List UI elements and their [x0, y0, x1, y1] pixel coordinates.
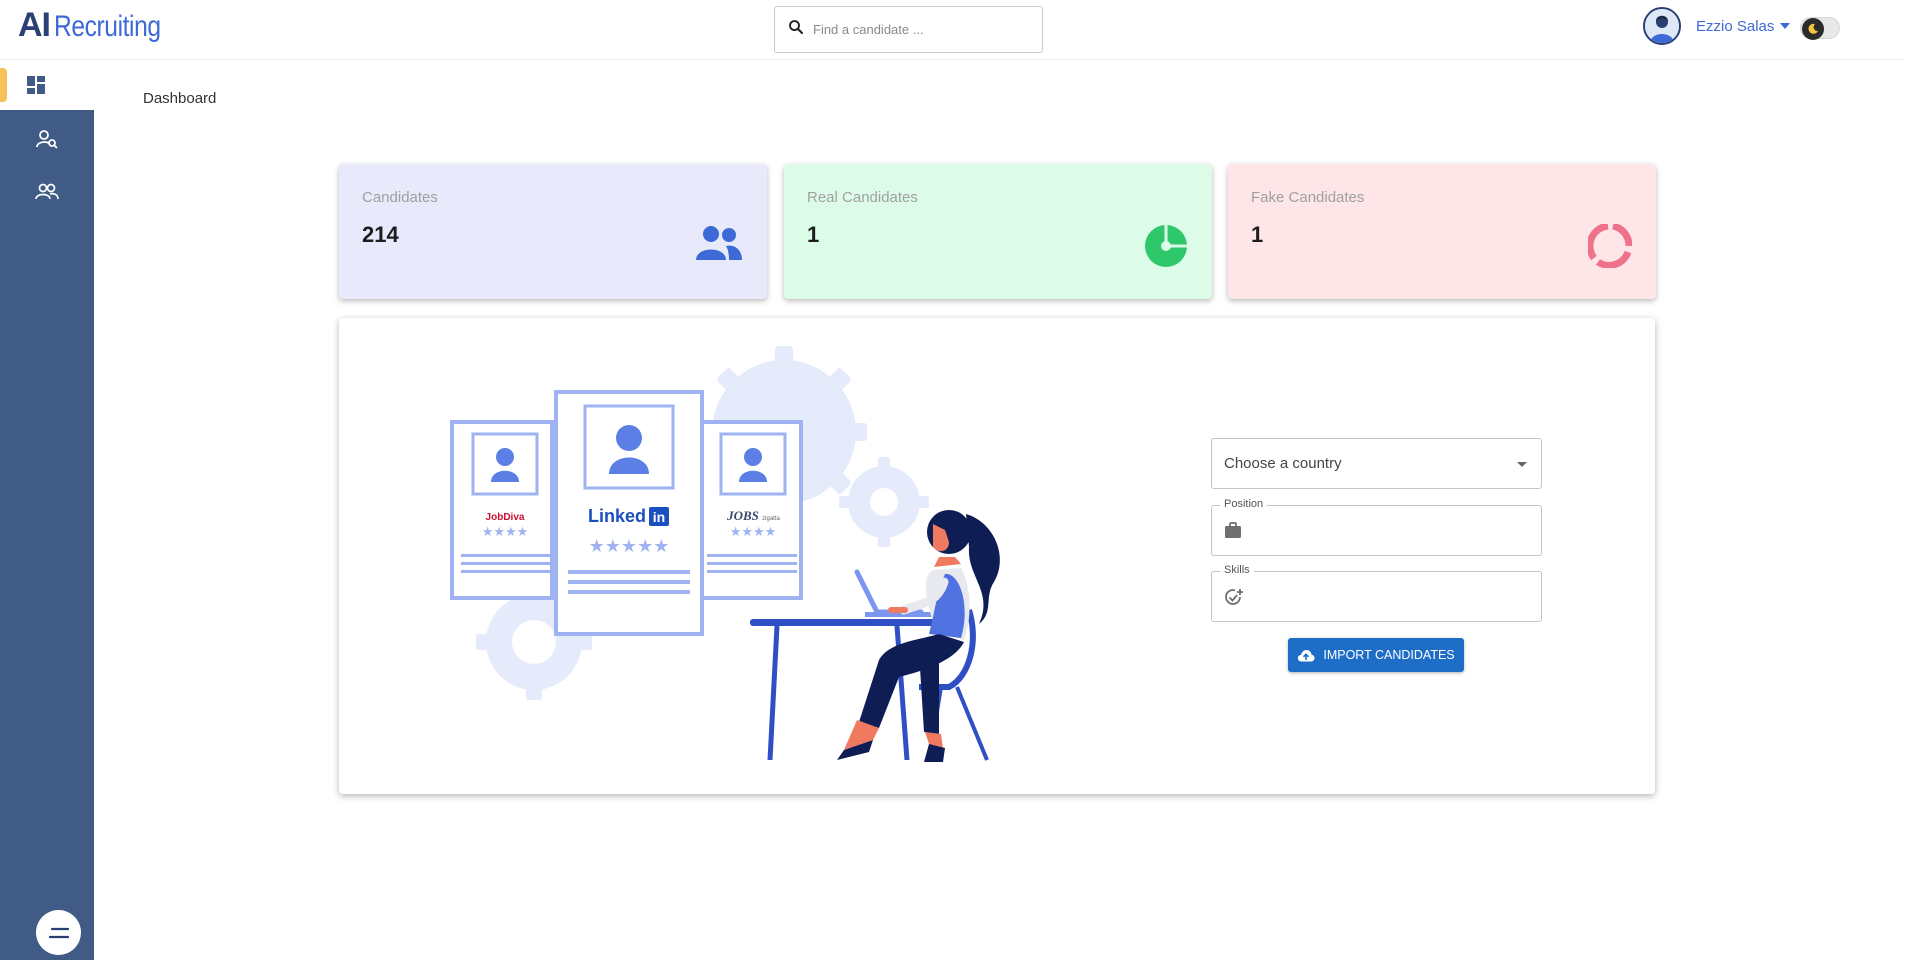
stat-value: 1	[1251, 222, 1264, 247]
dashboard-icon	[27, 76, 45, 94]
active-indicator	[0, 68, 7, 102]
skills-label: Skills	[1220, 564, 1254, 576]
user-name[interactable]: Ezzio Salas	[1696, 18, 1774, 35]
jobdiva-logo: JobDiva	[486, 512, 525, 523]
stat-label: Real Candidates	[807, 189, 918, 206]
import-panel: JobDiva ★★★★ JOBS zigatta ★★★★ Linked in…	[339, 318, 1655, 794]
users-icon	[696, 226, 742, 260]
zigatta-logo: zigatta	[762, 516, 780, 522]
page-title: Dashboard	[143, 90, 217, 107]
donut-icon	[1588, 224, 1632, 268]
cloud-upload-icon	[1298, 649, 1315, 661]
group-icon	[35, 183, 59, 200]
logo-ai: AI	[18, 6, 51, 44]
import-candidates-button[interactable]: IMPORT CANDIDATES	[1288, 638, 1464, 672]
search-input[interactable]	[813, 22, 1013, 37]
stat-label: Candidates	[362, 189, 438, 206]
stat-label: Fake Candidates	[1251, 189, 1365, 206]
search-icon	[789, 19, 804, 34]
stat-value: 1	[807, 222, 820, 247]
svg-text:★★★★★: ★★★★★	[589, 536, 670, 556]
position-field[interactable]: Position	[1211, 498, 1542, 556]
app-logo[interactable]: AI Recruiting	[18, 6, 184, 46]
stat-card-fake-candidates[interactable]: Fake Candidates 1	[1228, 164, 1656, 299]
chevron-down-icon[interactable]	[1780, 23, 1791, 29]
position-label: Position	[1220, 498, 1268, 510]
linkedin-logo: Linked	[588, 506, 646, 526]
user-avatar-icon	[1645, 9, 1679, 43]
stat-value: 214	[362, 222, 399, 247]
svg-text:in: in	[653, 509, 665, 525]
import-label: IMPORT CANDIDATES	[1323, 648, 1455, 662]
briefcase-icon	[1225, 522, 1241, 538]
theme-toggle[interactable]	[1800, 17, 1840, 40]
dropdown-arrow-icon[interactable]	[1517, 462, 1527, 467]
sidebar	[0, 60, 94, 960]
jobs-logo: JOBS	[726, 508, 759, 523]
svg-text:★★★★: ★★★★	[482, 524, 529, 539]
stat-card-candidates[interactable]: Candidates 214	[339, 164, 767, 299]
sidebar-item-candidate-search[interactable]	[0, 114, 94, 164]
avatar[interactable]	[1643, 7, 1681, 45]
person-search-icon	[36, 130, 58, 149]
menu-button[interactable]	[36, 910, 81, 955]
user-menu[interactable]: Ezzio Salas	[1643, 7, 1791, 45]
recruiting-illustration: JobDiva ★★★★ JOBS zigatta ★★★★ Linked in…	[450, 346, 1000, 762]
country-placeholder: Choose a country	[1224, 455, 1342, 472]
sidebar-item-candidates[interactable]	[0, 167, 94, 217]
skills-field[interactable]: Skills	[1211, 564, 1542, 622]
logo-recruiting: Recruiting	[54, 10, 161, 43]
country-select[interactable]: Choose a country	[1211, 438, 1542, 489]
svg-text:★★★★: ★★★★	[730, 524, 777, 539]
moon-icon	[1802, 18, 1824, 40]
top-bar: AI Recruiting Ezzio Salas	[0, 0, 1905, 60]
verified-add-icon	[1225, 589, 1243, 605]
search-box[interactable]	[774, 6, 1043, 53]
sidebar-item-dashboard[interactable]	[0, 60, 94, 110]
pie-chart-icon	[1145, 225, 1187, 267]
menu-icon	[48, 927, 69, 938]
stat-card-real-candidates[interactable]: Real Candidates 1	[784, 164, 1212, 299]
